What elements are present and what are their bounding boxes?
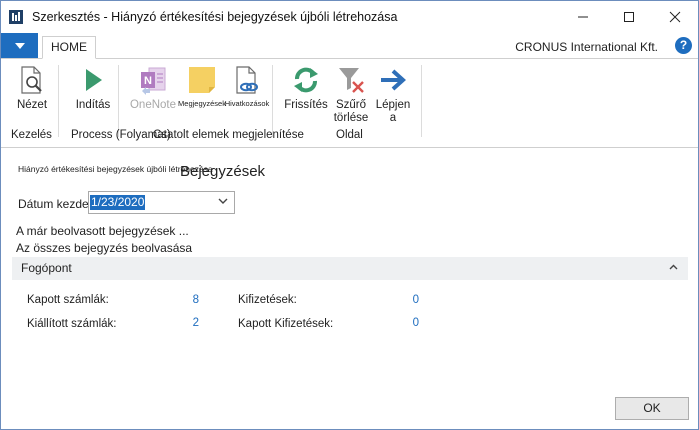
- close-button[interactable]: [652, 1, 698, 33]
- ribbon-separator: [118, 65, 119, 137]
- issued-invoices-value[interactable]: 2: [181, 317, 199, 329]
- app-icon: [9, 10, 23, 24]
- play-icon: [86, 69, 102, 91]
- company-name[interactable]: CRONUS International Kft.: [515, 40, 658, 54]
- received-invoices-label: Kapott számlák:: [27, 294, 109, 306]
- notes-button[interactable]: Megjegyzések: [178, 63, 226, 108]
- payments-label: Kifizetések:: [238, 294, 297, 306]
- read-already-link[interactable]: A már beolvasott bejegyzések ...: [16, 224, 189, 238]
- view-button[interactable]: Nézet: [13, 63, 51, 112]
- received-payments-value[interactable]: 0: [401, 317, 419, 329]
- payments-value[interactable]: 0: [401, 294, 419, 306]
- view-icon: [21, 66, 42, 94]
- link-icon: [236, 66, 258, 94]
- onenote-button[interactable]: N OneNote: [127, 63, 179, 112]
- group-manage: Kezelés: [11, 129, 52, 141]
- onenote-label: OneNote: [129, 99, 177, 111]
- chevron-up-icon[interactable]: [669, 264, 678, 270]
- ok-button[interactable]: OK: [615, 397, 689, 420]
- dialog-window: Szerkesztés - Hiányzó értékesítési bejeg…: [0, 0, 699, 430]
- minimize-icon: [578, 16, 588, 18]
- caret-down-icon: [14, 42, 25, 49]
- group-attached: Csatolt elemek megjelenítése: [153, 129, 304, 141]
- ribbon-separator: [421, 65, 422, 137]
- help-icon[interactable]: ?: [675, 37, 692, 54]
- page-title: Bejegyzések: [180, 163, 266, 180]
- ribbon-separator: [58, 65, 59, 137]
- notes-label: Megjegyzések: [178, 99, 226, 108]
- close-icon: [669, 11, 681, 23]
- ribbon-tab-bar: HOME CRONUS International Kft. ?: [1, 33, 698, 59]
- date-value[interactable]: 1/23/2020: [90, 195, 146, 210]
- goto-label-1: Lépjen: [375, 99, 411, 111]
- start-button[interactable]: Indítás: [73, 63, 113, 112]
- read-all-link[interactable]: Az összes bejegyzés beolvasása: [16, 241, 192, 255]
- links-label: Hivatkozások: [224, 99, 270, 108]
- onenote-icon: N: [141, 67, 166, 95]
- fasttab-header[interactable]: Fogópont: [12, 257, 688, 280]
- group-page: Oldal: [336, 129, 363, 141]
- received-invoices-value[interactable]: 8: [181, 294, 199, 306]
- svg-text:N: N: [144, 75, 152, 87]
- links-button[interactable]: Hivatkozások: [225, 63, 269, 108]
- view-label: Nézet: [16, 99, 48, 111]
- arrow-right-icon: [381, 69, 406, 91]
- goto-button[interactable]: Lépjen a: [373, 63, 413, 125]
- refresh-button[interactable]: Frissítés: [284, 63, 328, 112]
- ribbon: Nézet Indítás N OneNote Megjegyzések Hiv…: [1, 59, 698, 148]
- application-menu-button[interactable]: [1, 33, 38, 58]
- title-bar: Szerkesztés - Hiányzó értékesítési bejeg…: [1, 1, 698, 33]
- tab-home[interactable]: HOME: [42, 36, 96, 59]
- date-label: Dátum kezdete: [18, 197, 99, 211]
- maximize-button[interactable]: [606, 1, 652, 33]
- clear-filter-label-1: Szűrő: [335, 99, 367, 111]
- ribbon-separator: [272, 65, 273, 137]
- issued-invoices-label: Kiállított számlák:: [27, 318, 117, 330]
- maximize-icon: [624, 12, 634, 22]
- chevron-down-icon[interactable]: [218, 198, 228, 205]
- received-payments-label: Kapott Kifizetések:: [238, 318, 334, 330]
- clear-filter-label-2: törlése: [333, 112, 369, 124]
- date-dropdown[interactable]: 1/23/2020: [88, 191, 235, 214]
- note-icon: [189, 67, 215, 93]
- clear-filter-icon: [339, 68, 364, 93]
- fasttab-title: Fogópont: [21, 261, 72, 275]
- window-title: Szerkesztés - Hiányzó értékesítési bejeg…: [32, 10, 398, 24]
- start-label: Indítás: [75, 99, 111, 111]
- goto-label-2: a: [389, 112, 397, 124]
- minimize-button[interactable]: [560, 1, 606, 33]
- refresh-icon: [294, 67, 318, 93]
- refresh-label: Frissítés: [284, 99, 328, 111]
- clear-filter-button[interactable]: Szűrő törlése: [331, 63, 371, 125]
